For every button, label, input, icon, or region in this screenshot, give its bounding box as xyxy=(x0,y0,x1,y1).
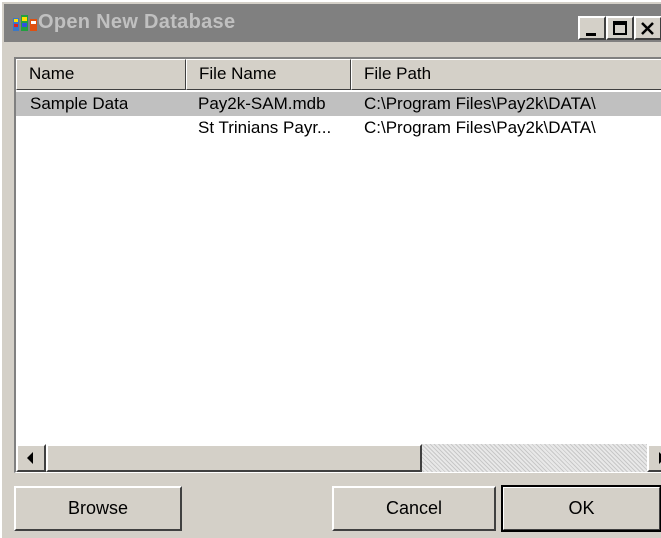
cancel-button[interactable]: Cancel xyxy=(332,486,496,531)
column-header-name[interactable]: Name xyxy=(16,59,186,90)
scroll-left-icon xyxy=(27,452,33,464)
row-name: Sample Data xyxy=(30,94,129,113)
list-item[interactable]: Sample Data Pay2k-SAM.mdb C:\Program Fil… xyxy=(16,92,661,116)
title-bar[interactable]: Open New Database xyxy=(4,4,661,42)
horizontal-scrollbar[interactable] xyxy=(16,444,661,472)
row-file-name: St Trinians Payr... xyxy=(198,118,332,137)
row-file-path: C:\Program Files\Pay2k\DATA\ xyxy=(364,118,596,137)
open-database-dialog: Open New Database Name File Name File Pa… xyxy=(0,0,661,538)
row-file-path: C:\Program Files\Pay2k\DATA\ xyxy=(364,94,596,113)
close-button[interactable] xyxy=(634,16,661,40)
scroll-left-button[interactable] xyxy=(16,444,46,472)
ok-button[interactable]: OK xyxy=(501,485,661,532)
window-title: Open New Database xyxy=(38,11,236,33)
row-file-name: Pay2k-SAM.mdb xyxy=(198,94,326,113)
maximize-icon xyxy=(613,21,627,35)
scroll-right-icon xyxy=(659,452,661,464)
browse-button[interactable]: Browse xyxy=(14,486,182,531)
minimize-icon xyxy=(586,33,596,36)
database-list[interactable]: Name File Name File Path Sample Data Pay… xyxy=(14,57,661,473)
scroll-thumb[interactable] xyxy=(46,444,422,472)
column-header-file-path[interactable]: File Path xyxy=(351,59,661,90)
column-header-file-name[interactable]: File Name xyxy=(186,59,351,90)
scroll-right-button[interactable] xyxy=(647,444,661,472)
app-icon xyxy=(12,13,38,33)
list-item[interactable]: St Trinians Payr... C:\Program Files\Pay… xyxy=(16,116,661,140)
minimize-button[interactable] xyxy=(578,16,606,40)
maximize-button[interactable] xyxy=(606,16,634,40)
close-icon xyxy=(641,22,654,35)
